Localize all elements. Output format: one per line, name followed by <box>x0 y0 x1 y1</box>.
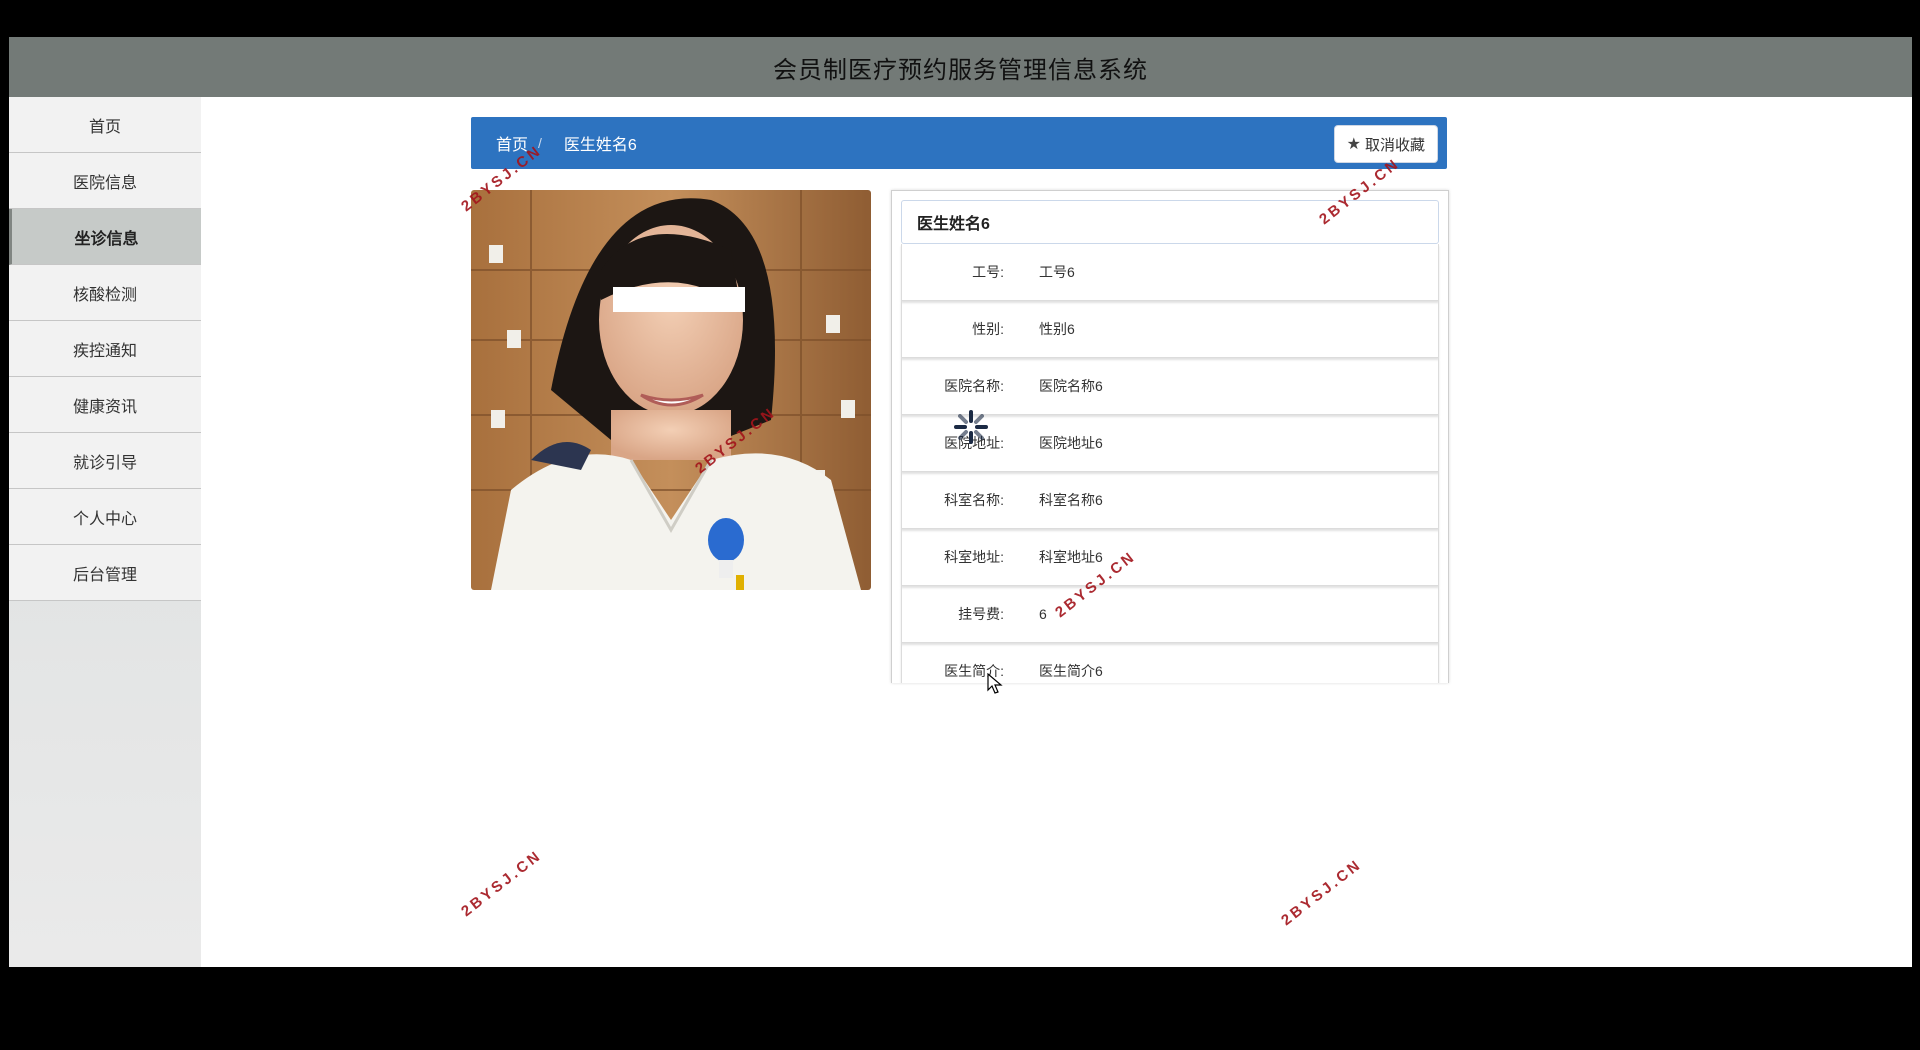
field-value: 医院地址6 <box>1039 435 1103 451</box>
field-label: 工号: <box>972 264 1004 280</box>
detail-row-registration-fee: 挂号费: 6 <box>901 586 1439 643</box>
sidebar-item-health-news[interactable]: 健康资讯 <box>9 377 201 433</box>
unfavorite-button-label: 取消收藏 <box>1364 136 1425 154</box>
sidebar-item-admin[interactable]: 后台管理 <box>9 545 201 601</box>
field-value: 科室地址6 <box>1039 549 1103 565</box>
doctor-name-heading: 医生姓名6 <box>901 200 1439 244</box>
field-label: 挂号费: <box>958 606 1004 622</box>
watermark: 2BYSJ.CN <box>1278 855 1366 930</box>
field-label: 科室名称: <box>944 492 1004 508</box>
doctor-photo <box>471 190 871 590</box>
app-title: 会员制医疗预约服务管理信息系统 <box>773 56 1148 84</box>
field-value: 医院名称6 <box>1039 378 1103 394</box>
top-header: 会员制医疗预约服务管理信息系统 <box>9 37 1912 97</box>
sidebar-item-personal-center[interactable]: 个人中心 <box>9 489 201 545</box>
detail-row-department-name: 科室名称: 科室名称6 <box>901 472 1439 529</box>
field-value: 工号6 <box>1039 264 1075 280</box>
star-icon: ★ <box>1346 136 1361 153</box>
detail-row-employee-id: 工号: 工号6 <box>901 244 1439 301</box>
detail-row-introduction: 医生简介: 医生简介6 <box>901 643 1439 683</box>
detail-row-hospital-name: 医院名称: 医院名称6 <box>901 358 1439 415</box>
breadcrumb-separator: / <box>538 135 542 151</box>
field-value: 6 <box>1039 606 1047 622</box>
detail-row-department-address: 科室地址: 科室地址6 <box>901 529 1439 586</box>
field-label: 科室地址: <box>944 549 1004 565</box>
field-label: 医院名称: <box>944 378 1004 394</box>
sidebar-item-nucleic-test[interactable]: 核酸检测 <box>9 265 201 321</box>
field-value: 科室名称6 <box>1039 492 1103 508</box>
sidebar-item-hospital-info[interactable]: 医院信息 <box>9 153 201 209</box>
field-value: 医生简介6 <box>1039 663 1103 679</box>
sidebar-item-clinic-schedule[interactable]: 坐诊信息 <box>9 209 201 265</box>
sidebar-item-visit-guide[interactable]: 就诊引导 <box>9 433 201 489</box>
sidebar-item-home[interactable]: 首页 <box>9 97 201 153</box>
sidebar-item-cdc-notice[interactable]: 疾控通知 <box>9 321 201 377</box>
detail-row-gender: 性别: 性别6 <box>901 301 1439 358</box>
loading-spinner-icon <box>954 410 988 444</box>
field-label: 性别: <box>972 321 1004 337</box>
app-window: 会员制医疗预约服务管理信息系统 首页 医院信息 坐诊信息 核酸检测 疾控通知 健… <box>9 37 1912 967</box>
mouse-cursor-icon <box>987 673 1003 694</box>
breadcrumb-current: 医生姓名6 <box>563 137 637 154</box>
field-label: 医院地址: <box>944 435 1004 451</box>
breadcrumb-home-link[interactable]: 首页 <box>496 131 528 155</box>
field-value: 性别6 <box>1039 321 1075 337</box>
breadcrumb: 首页 / 医生姓名6 ★ 取消收藏 <box>471 117 1447 169</box>
sidebar: 首页 医院信息 坐诊信息 核酸检测 疾控通知 健康资讯 就诊引导 个人中心 后台… <box>9 97 201 967</box>
unfavorite-button[interactable]: ★ 取消收藏 <box>1333 125 1438 163</box>
watermark: 2BYSJ.CN <box>458 846 546 921</box>
